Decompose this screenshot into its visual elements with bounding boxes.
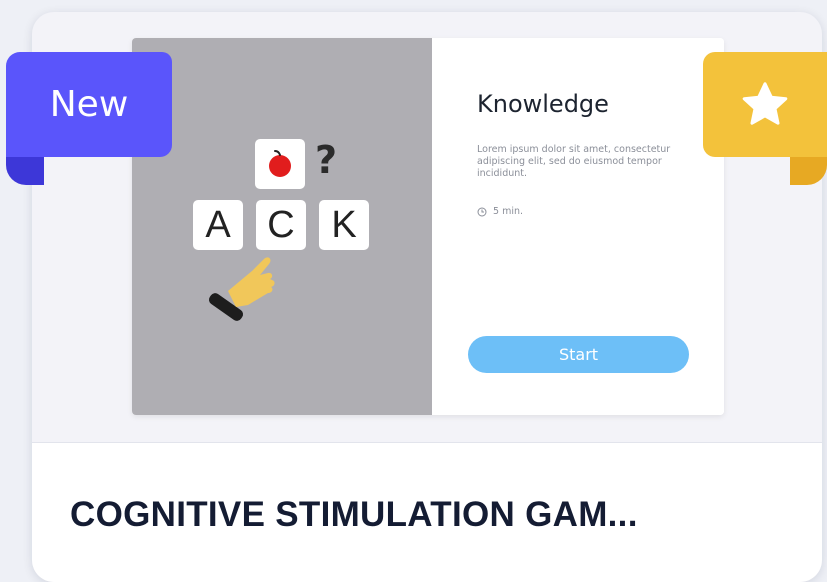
apple-tile (255, 139, 305, 189)
game-preview: ? A C K Knowledge Lorem ipsum dolor sit … (132, 38, 724, 415)
game-title: Knowledge (477, 90, 609, 118)
game-description: Lorem ipsum dolor sit amet, consectetur … (477, 144, 671, 179)
star-icon (742, 81, 788, 125)
preview-info-panel: Knowledge Lorem ipsum dolor sit amet, co… (432, 38, 724, 415)
favorite-button[interactable] (703, 52, 827, 157)
new-badge: New (6, 52, 172, 157)
card-footer: COGNITIVE STIMULATION GAM... (32, 442, 822, 582)
question-mark: ? (315, 138, 338, 182)
duration-text: 5 min. (493, 206, 523, 217)
letter-tile-k: K (319, 200, 369, 250)
clock-icon (477, 207, 487, 216)
apple-icon (269, 150, 291, 177)
card-title[interactable]: COGNITIVE STIMULATION GAM... (70, 495, 638, 535)
pointing-hand-icon (202, 243, 292, 333)
start-button[interactable]: Start (468, 336, 689, 373)
game-duration: 5 min. (477, 206, 523, 217)
preview-illustration: ? A C K (132, 38, 432, 415)
